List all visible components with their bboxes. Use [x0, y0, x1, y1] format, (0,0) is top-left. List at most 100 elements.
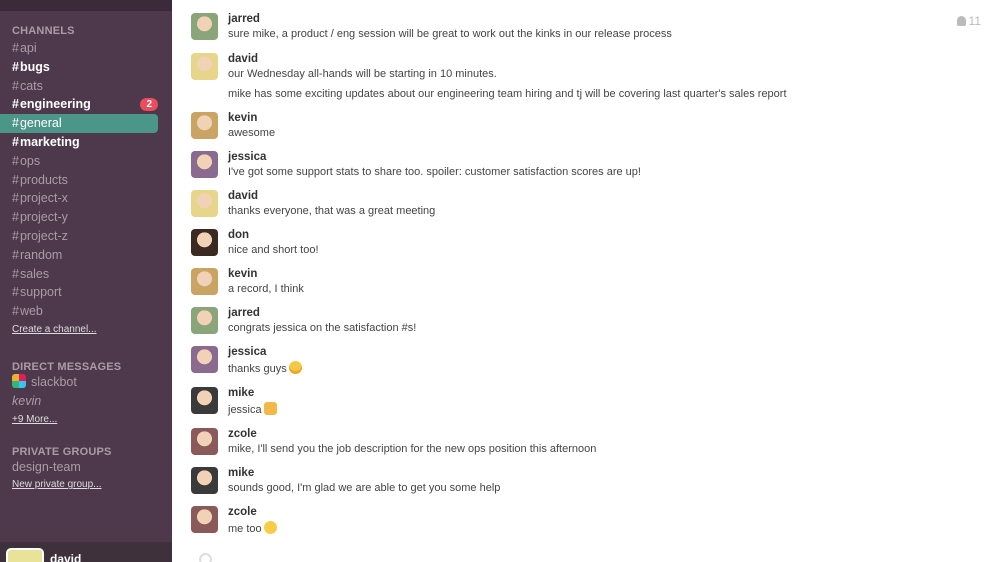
message-text: me too: [228, 521, 277, 535]
sidebar-item-api[interactable]: #api: [0, 39, 158, 58]
current-user-avatar: [6, 548, 44, 562]
avatar[interactable]: [191, 53, 218, 80]
message-text-content: our Wednesday all-hands will be starting…: [228, 68, 497, 80]
unread-badge: 2: [140, 98, 158, 112]
dm-item-kevin[interactable]: kevin: [0, 392, 172, 411]
message-text: mike, I'll send you the job description …: [228, 443, 596, 455]
message-text: awesome: [228, 127, 275, 139]
channel-label: api: [19, 41, 37, 55]
avatar[interactable]: [191, 467, 218, 494]
avatar[interactable]: [191, 506, 218, 533]
channel-label: project-y: [19, 210, 68, 225]
message-author[interactable]: jarred: [228, 307, 260, 319]
message-text: mike has some exciting updates about our…: [228, 88, 787, 100]
hash-icon: #: [12, 228, 19, 243]
sidebar-item-random[interactable]: #random: [0, 246, 158, 265]
channel-label: web: [19, 304, 43, 319]
message-text-content: sure mike, a product / eng session will …: [228, 28, 672, 40]
sidebar-item-marketing[interactable]: #marketing: [0, 133, 158, 152]
thumb-emoji-icon: [263, 402, 277, 415]
message-author[interactable]: jessica: [228, 346, 266, 358]
new-private-group-link[interactable]: New private group...: [0, 476, 172, 494]
message-text-content: jessica: [228, 404, 262, 416]
message-text: I've got some support stats to share too…: [228, 166, 641, 178]
avatar[interactable]: [191, 229, 218, 256]
message-author[interactable]: mike: [228, 387, 254, 399]
sidebar-item-project-y[interactable]: #project-y: [0, 208, 158, 227]
hash-icon: #: [12, 210, 19, 225]
channel-label: random: [19, 247, 63, 262]
message-text: a record, I think: [228, 283, 304, 295]
sidebar-item-project-x[interactable]: #project-x: [0, 189, 158, 208]
hash-icon: #: [12, 247, 19, 262]
dm-label: kevin: [12, 393, 42, 408]
message-text-content: a record, I think: [228, 283, 304, 295]
sidebar-item-cats[interactable]: #cats: [0, 77, 158, 96]
sidebar-item-project-z[interactable]: #project-z: [0, 227, 158, 246]
message-author[interactable]: david: [228, 190, 258, 202]
channel-label: bugs: [19, 59, 50, 74]
message-text-content: I've got some support stats to share too…: [228, 166, 641, 178]
sidebar-item-ops[interactable]: #ops: [0, 152, 158, 171]
avatar[interactable]: [191, 268, 218, 295]
sidebar-item-bugs[interactable]: #bugs: [0, 58, 158, 77]
channels-header[interactable]: CHANNELS: [0, 25, 172, 37]
message-author[interactable]: don: [228, 229, 249, 241]
current-user-footer[interactable]: david: [0, 542, 172, 562]
avatar[interactable]: [191, 387, 218, 414]
message-text: sure mike, a product / eng session will …: [228, 28, 672, 40]
hash-icon: #: [12, 97, 19, 112]
message-author[interactable]: zcole: [228, 506, 257, 518]
channel-label: ops: [19, 153, 41, 168]
avatar[interactable]: [191, 190, 218, 217]
avatar[interactable]: [191, 112, 218, 139]
message-author[interactable]: kevin: [228, 112, 257, 124]
message-author[interactable]: jarred: [228, 13, 260, 25]
avatar[interactable]: [191, 13, 218, 40]
channel-list: #api #bugs #cats #engineering 2 #general #mark…: [0, 39, 172, 321]
group-item-design-team[interactable]: design-team: [0, 458, 172, 477]
dm-label: slackbot: [31, 374, 77, 389]
channel-label: products: [19, 172, 68, 187]
message-text: jessica: [228, 402, 277, 416]
channel-label: project-z: [19, 228, 68, 243]
message-author[interactable]: jessica: [228, 151, 266, 163]
hash-icon: #: [12, 41, 19, 55]
message-text: our Wednesday all-hands will be starting…: [228, 68, 497, 80]
sidebar-item-support[interactable]: #support: [0, 283, 158, 302]
channel-label: support: [19, 285, 62, 300]
sidebar-item-sales[interactable]: #sales: [0, 265, 158, 284]
dm-item-slackbot[interactable]: slackbot: [0, 373, 172, 392]
sidebar-item-web[interactable]: #web: [0, 302, 158, 321]
message-author[interactable]: kevin: [228, 268, 257, 280]
avatar[interactable]: [191, 151, 218, 178]
message-text-content: congrats jessica on the satisfaction #s!: [228, 322, 417, 334]
message-author[interactable]: zcole: [228, 428, 257, 440]
channel-label: project-x: [19, 191, 68, 206]
direct-messages-header[interactable]: DIRECT MESSAGES: [0, 361, 172, 373]
message-text-content: sounds good, I'm glad we are able to get…: [228, 482, 501, 494]
message-text-content: thanks everyone, that was a great meetin…: [228, 205, 436, 217]
avatar[interactable]: [191, 428, 218, 455]
hash-icon: #: [12, 59, 19, 74]
message-text: nice and short too!: [228, 244, 319, 256]
sidebar-item-products[interactable]: #products: [0, 171, 158, 190]
avatar[interactable]: [191, 346, 218, 373]
channel-label: sales: [19, 266, 50, 281]
message-text-content: thanks guys: [228, 363, 287, 375]
sidebar-item-engineering[interactable]: #engineering 2: [0, 95, 158, 114]
sidebar-item-general[interactable]: #general: [0, 114, 158, 133]
team-header[interactable]: [0, 0, 172, 11]
member-count[interactable]: 11: [956, 14, 981, 28]
message-author[interactable]: mike: [228, 467, 254, 479]
pleased-emoji-icon: [263, 521, 277, 534]
message-text-content: me too: [228, 523, 262, 535]
message-text-content: mike, I'll send you the job description …: [228, 443, 597, 455]
more-dms-link[interactable]: +9 More...: [0, 411, 172, 429]
hash-icon: #: [12, 304, 19, 319]
slackbot-icon: [12, 373, 26, 388]
avatar[interactable]: [191, 307, 218, 334]
create-channel-link[interactable]: Create a channel...: [0, 321, 172, 339]
message-author[interactable]: david: [228, 53, 258, 65]
private-groups-header[interactable]: PRIVATE GROUPS: [0, 446, 172, 458]
